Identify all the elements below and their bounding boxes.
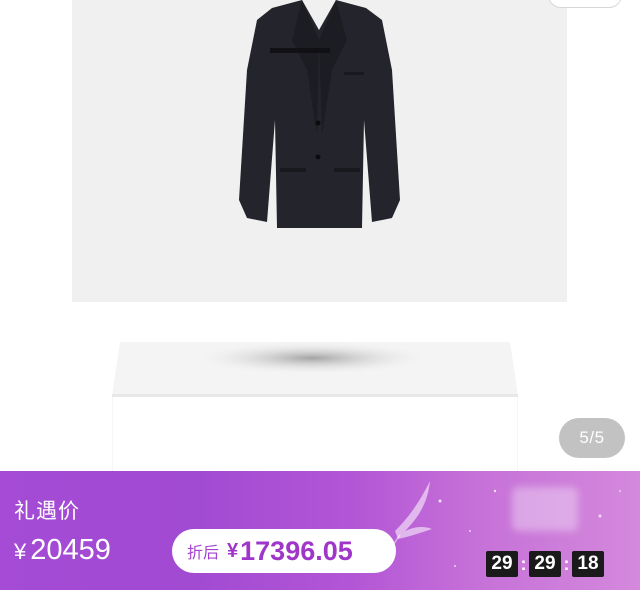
original-price: ¥ 20459: [14, 534, 111, 567]
discount-price-value: 17396.05: [240, 535, 353, 566]
countdown-minutes: 29: [529, 551, 561, 577]
blurred-brand-logo: [512, 487, 578, 531]
gift-price-label: 礼遇价: [14, 500, 80, 523]
countdown-separator: :: [520, 553, 527, 574]
discount-price-currency: ¥: [227, 539, 239, 562]
promo-price-bar: 礼遇价 ¥ 20459 折后 ¥ 17396.05 29 : 29 : 18: [0, 471, 640, 590]
after-discount-label: 折后: [187, 545, 220, 562]
original-price-currency: ¥: [14, 539, 27, 564]
gallery-page-counter: 5/5: [559, 418, 625, 458]
countdown-hours: 29: [486, 551, 518, 577]
countdown-separator: :: [563, 553, 570, 574]
discounted-price-pill: 折后 ¥ 17396.05: [172, 529, 396, 573]
white-box-image: [112, 340, 518, 486]
countdown-timer: 29 : 29 : 18: [486, 551, 604, 577]
product-image[interactable]: [72, 0, 567, 302]
top-action-button[interactable]: [548, 0, 622, 8]
countdown-seconds: 18: [572, 551, 604, 577]
product-page: 5/5 礼遇价 ¥ 20459 折后 ¥ 17396.05 29 : 29: …: [0, 0, 640, 590]
original-price-value: 20459: [30, 534, 111, 566]
blazer-image: [239, 0, 400, 228]
